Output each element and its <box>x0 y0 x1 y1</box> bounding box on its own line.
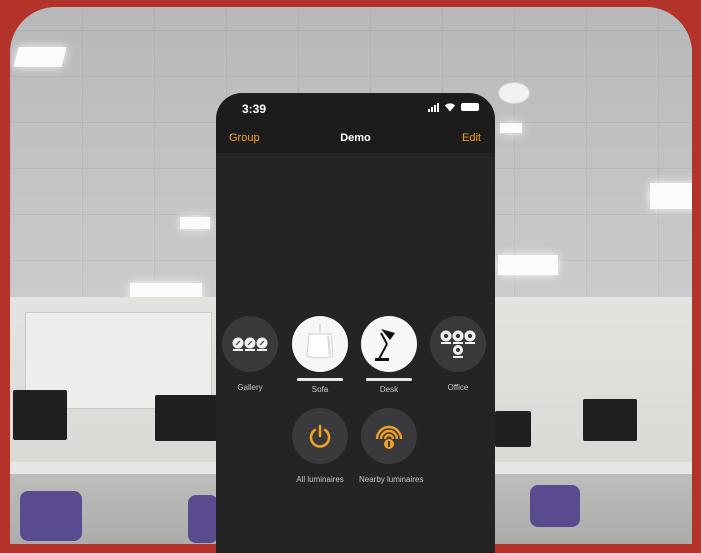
nearby-luminaires-button[interactable]: Nearby luminaires <box>359 408 424 484</box>
ceiling-light <box>13 47 67 67</box>
all-luminaires-button[interactable]: All luminaires <box>290 408 350 484</box>
monitor <box>155 395 217 441</box>
battery-icon <box>461 103 479 111</box>
monitor <box>495 411 531 447</box>
group-tile-office[interactable]: Office <box>428 316 488 392</box>
active-underline <box>366 378 412 381</box>
desk-lamp-icon <box>361 316 417 372</box>
pendant-lamp-icon <box>292 316 348 372</box>
monitor <box>583 399 637 441</box>
power-icon <box>292 408 348 464</box>
ceiling-light <box>650 183 692 209</box>
four-lamps-icon <box>430 316 486 372</box>
group-label: Gallery <box>237 383 263 392</box>
phone-screen: 3:39 Group Demo Edit Gallery Sofa Desk O… <box>216 93 495 553</box>
signal-icon <box>428 102 439 112</box>
chair <box>530 485 580 527</box>
group-tile-desk[interactable]: Desk <box>359 316 419 394</box>
ceiling-light <box>180 217 210 229</box>
group-tile-sofa[interactable]: Sofa <box>290 316 350 394</box>
group-label: Office <box>447 383 469 392</box>
edit-button[interactable]: Edit <box>462 132 481 144</box>
nav-bar: Group Demo Edit <box>216 121 495 153</box>
action-label: All luminaires <box>296 475 344 484</box>
group-label: Sofa <box>311 385 329 394</box>
action-label: Nearby luminaires <box>359 475 424 484</box>
chair <box>188 495 218 543</box>
three-lamps-icon <box>222 316 278 372</box>
wifi-icon <box>445 103 455 112</box>
status-time: 3:39 <box>242 102 267 116</box>
chair <box>20 491 82 541</box>
nearby-signal-icon <box>361 408 417 464</box>
active-underline <box>297 378 343 381</box>
monitor <box>13 390 67 440</box>
ceiling-light <box>498 255 558 275</box>
smoke-detector <box>498 82 530 104</box>
status-icons <box>428 102 479 112</box>
content-area: Gallery Sofa Desk Office All luminaires … <box>216 153 495 553</box>
group-label: Desk <box>379 385 399 394</box>
page-title: Demo <box>340 132 371 144</box>
status-bar: 3:39 <box>216 93 495 121</box>
ceiling-light <box>500 123 522 133</box>
group-tile-gallery[interactable]: Gallery <box>220 316 280 392</box>
